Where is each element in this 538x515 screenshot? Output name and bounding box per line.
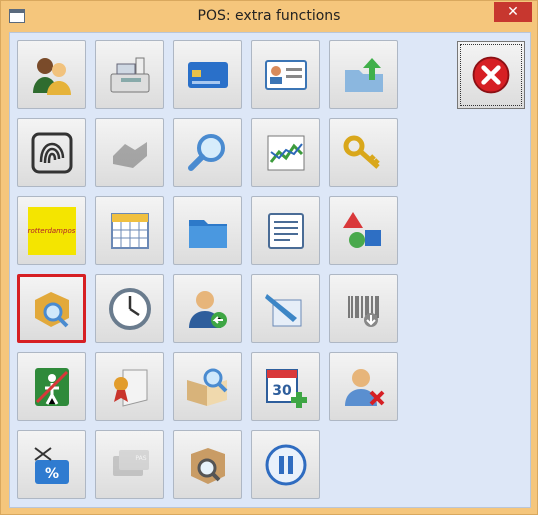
cards-icon: PAS — [112, 449, 149, 476]
exit-dialog-button[interactable] — [457, 41, 525, 109]
red-x-icon — [472, 56, 510, 94]
payment-card-button[interactable] — [173, 40, 242, 109]
folder-upload-icon — [344, 57, 383, 92]
magnifier-icon — [187, 133, 225, 171]
handshake-icon — [112, 141, 147, 168]
calendar-add-icon: 30 — [265, 368, 307, 408]
contact-card-icon — [264, 59, 307, 90]
add-day-button[interactable]: 30 — [251, 352, 320, 421]
edit-calendar-button[interactable] — [251, 274, 320, 343]
fingerprint-button[interactable] — [17, 118, 86, 187]
window-title: POS: extra functions — [197, 8, 341, 24]
calendar-icon — [110, 212, 149, 249]
two-people-icon — [32, 57, 71, 95]
pause-icon — [265, 444, 306, 485]
barcode-download-icon — [347, 295, 379, 327]
clock-button[interactable] — [95, 274, 164, 343]
rotterdampos-button[interactable]: rotterdampos — [17, 196, 86, 265]
parcel-search-icon — [190, 447, 225, 484]
barcode-button[interactable] — [329, 274, 398, 343]
user-return-button[interactable] — [173, 274, 242, 343]
handshake-button — [95, 118, 164, 187]
key-button[interactable] — [329, 118, 398, 187]
statistics-button[interactable] — [251, 118, 320, 187]
document-button[interactable] — [251, 196, 320, 265]
open-folder-upload-button[interactable] — [329, 40, 398, 109]
document-text-icon — [267, 212, 304, 249]
remove-user-button[interactable] — [329, 352, 398, 421]
door-exit-icon — [34, 367, 69, 406]
calendar-button[interactable] — [95, 196, 164, 265]
fingerprint-icon — [31, 132, 72, 173]
pause-button[interactable] — [251, 430, 320, 499]
certificate-button[interactable] — [95, 352, 164, 421]
rotterdampos-logo: rotterdampos — [27, 206, 76, 255]
calendar-day-number: 30 — [272, 383, 292, 399]
cash-register-button[interactable] — [95, 40, 164, 109]
gift-cards-button: PAS — [95, 430, 164, 499]
id-card-button[interactable] — [251, 40, 320, 109]
close-window-button[interactable]: ✕ — [494, 2, 532, 22]
book-search-button[interactable] — [173, 352, 242, 421]
folder-button[interactable] — [173, 196, 242, 265]
line-chart-icon — [267, 135, 304, 170]
key-icon — [343, 135, 380, 169]
parcel-button[interactable] — [173, 430, 242, 499]
pos-extra-functions-window: POS: extra functions ✕ rotterdampos 30 %… — [0, 0, 538, 515]
percent-scissors-icon: % — [33, 446, 69, 484]
user-remove-icon — [344, 368, 384, 406]
discount-button[interactable]: % — [17, 430, 86, 499]
svg-text:%: % — [44, 466, 58, 482]
shapes-button[interactable] — [329, 196, 398, 265]
cash-register-icon — [110, 57, 149, 92]
shapes-icon — [342, 211, 381, 248]
title-bar[interactable]: POS: extra functions ✕ — [1, 1, 537, 33]
exit-door-button[interactable] — [17, 352, 86, 421]
pencil-calendar-icon — [264, 293, 301, 326]
box-search-icon — [34, 291, 69, 327]
find-product-button[interactable] — [17, 274, 86, 343]
functions-panel: rotterdampos 30 % PAS — [9, 32, 531, 508]
book-search-icon — [186, 368, 227, 406]
certificate-icon — [113, 369, 147, 407]
user-arrow-icon — [188, 290, 227, 328]
card-text: PAS — [135, 455, 146, 462]
folder-icon — [188, 219, 227, 248]
customer-icon-button[interactable] — [17, 40, 86, 109]
credit-card-icon — [187, 61, 228, 88]
clock-icon — [108, 287, 151, 330]
rotterdampos-logo-text: rotterdampos — [27, 226, 76, 235]
search-button[interactable] — [173, 118, 242, 187]
